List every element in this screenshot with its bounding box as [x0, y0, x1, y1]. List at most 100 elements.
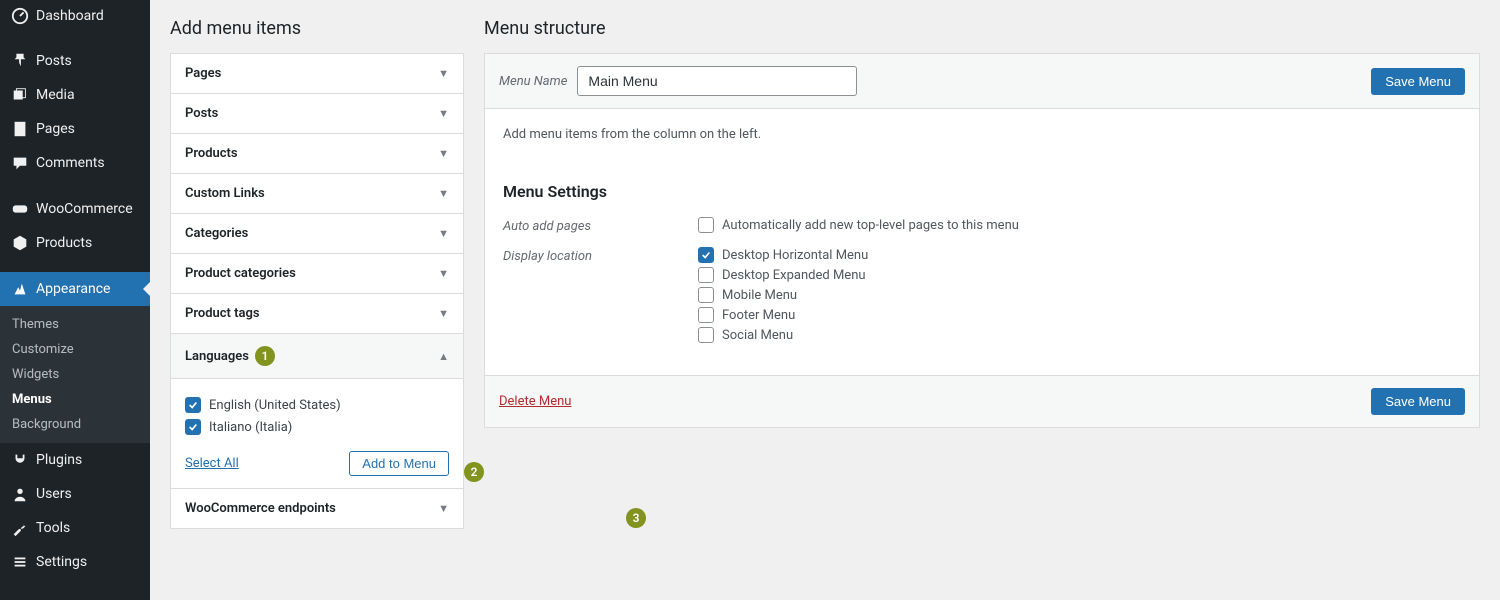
accordion-title: Pages	[185, 66, 221, 81]
delete-menu-link[interactable]: Delete Menu	[499, 394, 571, 409]
checkbox[interactable]	[185, 397, 201, 413]
sidebar-item-appearance[interactable]: Appearance	[0, 272, 150, 306]
chevron-down-icon: ▼	[438, 187, 449, 200]
sidebar-item-pages[interactable]: Pages	[0, 112, 150, 146]
accordion-product-tags[interactable]: Product tags ▼	[171, 294, 463, 334]
sidebar-item-label: Tools	[36, 520, 70, 536]
menu-structure-header: Menu Name Save Menu	[485, 54, 1479, 109]
sidebar-item-label: Posts	[36, 53, 72, 69]
chevron-down-icon: ▼	[438, 107, 449, 120]
settings-icon	[10, 552, 30, 572]
wrench-icon	[10, 518, 30, 538]
checkbox-social[interactable]	[698, 327, 714, 343]
add-to-menu-button[interactable]: Add to Menu	[349, 451, 449, 476]
display-option-label: Footer Menu	[722, 308, 795, 323]
display-location-label: Display location	[503, 247, 698, 347]
callout-badge-3: 3	[626, 508, 646, 528]
products-icon	[10, 233, 30, 253]
sidebar-item-comments[interactable]: Comments	[0, 146, 150, 180]
sidebar-item-woocommerce[interactable]: WooCommerce	[0, 192, 150, 226]
woocommerce-icon	[10, 199, 30, 219]
accordion-woo-endpoints[interactable]: WooCommerce endpoints ▼	[171, 489, 463, 529]
accordion-languages[interactable]: Languages 1 ▲	[171, 334, 463, 379]
callout-badge-1: 1	[255, 346, 275, 366]
sidebar-sub-themes[interactable]: Themes	[0, 312, 150, 337]
sidebar-item-tools[interactable]: Tools	[0, 511, 150, 545]
sidebar-item-label: WooCommerce	[36, 201, 133, 217]
menu-name-label: Menu Name	[499, 74, 567, 89]
select-all-link[interactable]: Select All	[185, 456, 239, 471]
checkbox-desktop-expanded[interactable]	[698, 267, 714, 283]
chevron-down-icon: ▼	[438, 147, 449, 160]
checkbox-desktop-horizontal[interactable]	[698, 247, 714, 263]
sidebar-item-settings[interactable]: Settings	[0, 545, 150, 579]
accordion-list: Pages ▼ Posts ▼ Products ▼ Custom Links …	[170, 53, 464, 529]
user-icon	[10, 484, 30, 504]
auto-add-option-label: Automatically add new top-level pages to…	[722, 218, 1019, 233]
chevron-down-icon: ▼	[438, 502, 449, 515]
admin-sidebar: Dashboard Posts Media Pages Comments Woo…	[0, 0, 150, 600]
add-menu-items-title: Add menu items	[170, 0, 464, 53]
sidebar-item-media[interactable]: Media	[0, 78, 150, 112]
sidebar-sub-background[interactable]: Background	[0, 412, 150, 437]
sidebar-sub-customize[interactable]: Customize	[0, 337, 150, 362]
accordion-title: Custom Links	[185, 186, 265, 201]
callout-badge-2: 2	[464, 462, 484, 482]
sidebar-item-label: Settings	[36, 554, 87, 570]
sidebar-item-label: Plugins	[36, 452, 82, 468]
checkbox-footer[interactable]	[698, 307, 714, 323]
sidebar-item-dashboard[interactable]: Dashboard	[0, 0, 150, 32]
media-icon	[10, 85, 30, 105]
language-option: Italiano (Italia)	[185, 419, 449, 435]
sidebar-item-label: Media	[36, 87, 75, 103]
language-label: Italiano (Italia)	[209, 420, 292, 435]
menu-structure-panel: Menu Name Save Menu Add menu items from …	[484, 53, 1480, 428]
menu-structure-title: Menu structure	[484, 0, 1480, 53]
sidebar-item-label: Users	[36, 486, 72, 502]
menu-hint: Add menu items from the column on the le…	[503, 127, 1461, 142]
save-menu-button-top[interactable]: Save Menu	[1371, 68, 1465, 95]
sidebar-item-posts[interactable]: Posts	[0, 44, 150, 78]
accordion-pages[interactable]: Pages ▼	[171, 54, 463, 94]
accordion-categories[interactable]: Categories ▼	[171, 214, 463, 254]
chevron-down-icon: ▼	[438, 227, 449, 240]
chevron-down-icon: ▼	[438, 307, 449, 320]
plug-icon	[10, 450, 30, 470]
pin-icon	[10, 51, 30, 71]
accordion-title: Languages	[185, 349, 249, 364]
menu-name-input[interactable]	[577, 66, 857, 96]
comment-icon	[10, 153, 30, 173]
accordion-products[interactable]: Products ▼	[171, 134, 463, 174]
menu-structure-footer: Delete Menu Save Menu	[485, 375, 1479, 427]
checkbox-auto-add[interactable]	[698, 217, 714, 233]
sidebar-submenu: Themes Customize Widgets Menus Backgroun…	[0, 306, 150, 443]
accordion-posts[interactable]: Posts ▼	[171, 94, 463, 134]
accordion-title: WooCommerce endpoints	[185, 501, 336, 516]
accordion-custom-links[interactable]: Custom Links ▼	[171, 174, 463, 214]
checkbox-mobile[interactable]	[698, 287, 714, 303]
auto-add-pages-label: Auto add pages	[503, 217, 698, 237]
language-label: English (United States)	[209, 398, 341, 413]
sidebar-sub-menus[interactable]: Menus	[0, 387, 150, 412]
sidebar-item-label: Appearance	[36, 281, 110, 297]
accordion-title: Product tags	[185, 306, 260, 321]
sidebar-item-label: Pages	[36, 121, 75, 137]
accordion-product-categories[interactable]: Product categories ▼	[171, 254, 463, 294]
display-option-label: Desktop Horizontal Menu	[722, 248, 868, 263]
sidebar-item-label: Dashboard	[36, 8, 104, 24]
menu-settings-heading: Menu Settings	[503, 182, 1461, 201]
dashboard-icon	[10, 6, 30, 26]
checkbox[interactable]	[185, 419, 201, 435]
accordion-languages-body: English (United States) Italiano (Italia…	[171, 379, 463, 489]
sidebar-item-users[interactable]: Users	[0, 477, 150, 511]
accordion-title: Product categories	[185, 266, 296, 281]
sidebar-item-plugins[interactable]: Plugins	[0, 443, 150, 477]
sidebar-item-label: Comments	[36, 155, 105, 171]
save-menu-button-bottom[interactable]: Save Menu	[1371, 388, 1465, 415]
chevron-up-icon: ▲	[438, 350, 449, 363]
sidebar-item-products[interactable]: Products	[0, 226, 150, 260]
display-option-label: Mobile Menu	[722, 288, 797, 303]
accordion-title: Categories	[185, 226, 248, 241]
chevron-down-icon: ▼	[438, 67, 449, 80]
sidebar-sub-widgets[interactable]: Widgets	[0, 362, 150, 387]
